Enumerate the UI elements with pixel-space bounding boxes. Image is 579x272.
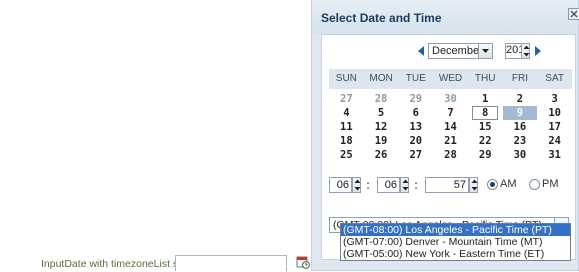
- popup-header: Select Date and Time: [312, 0, 578, 34]
- am-radio[interactable]: [487, 179, 498, 190]
- calendar-icon[interactable]: [296, 255, 310, 269]
- day-cell[interactable]: 13: [398, 120, 433, 134]
- day-cell[interactable]: 7: [433, 106, 468, 120]
- weekday-label: FRI: [503, 69, 538, 89]
- day-cell[interactable]: 10: [537, 106, 572, 120]
- day-cell[interactable]: 2: [503, 92, 538, 106]
- am-label: AM: [500, 178, 517, 190]
- year-spinner[interactable]: [521, 43, 530, 59]
- minute-spinner[interactable]: [400, 177, 409, 193]
- day-cell[interactable]: 17: [537, 120, 572, 134]
- weekday-label: WED: [433, 69, 468, 89]
- day-cell[interactable]: 6: [398, 106, 433, 120]
- day-cell-today[interactable]: 8: [468, 106, 503, 120]
- day-cell-selected[interactable]: 9: [503, 106, 538, 120]
- timezone-option[interactable]: (GMT-07:00) Denver - Mountain Time (MT): [341, 236, 570, 248]
- weekday-label: THU: [468, 69, 503, 89]
- day-cell[interactable]: 30: [503, 148, 538, 162]
- day-cell[interactable]: 27: [398, 148, 433, 162]
- pm-label: PM: [542, 178, 559, 190]
- day-cell[interactable]: 30: [433, 92, 468, 106]
- day-cell[interactable]: 28: [433, 148, 468, 162]
- weekday-header: SUN MON TUE WED THU FRI SAT: [329, 69, 572, 89]
- day-cell[interactable]: 20: [398, 134, 433, 148]
- hour-spinner[interactable]: [352, 177, 361, 193]
- day-cell[interactable]: 26: [364, 148, 399, 162]
- day-cell[interactable]: 22: [468, 134, 503, 148]
- week-row: 25 26 27 28 29 30 31: [329, 148, 572, 162]
- second-input[interactable]: 57: [425, 177, 469, 193]
- day-cell[interactable]: 25: [329, 148, 364, 162]
- timezone-option[interactable]: (GMT-08:00) Los Angeles - Pacific Time (…: [341, 224, 570, 236]
- close-icon[interactable]: [568, 8, 579, 20]
- day-cell[interactable]: 29: [468, 148, 503, 162]
- day-cell[interactable]: 14: [433, 120, 468, 134]
- day-cell[interactable]: 18: [329, 134, 364, 148]
- week-row: 18 19 20 21 22 23 24: [329, 134, 572, 148]
- weekday-label: TUE: [398, 69, 433, 89]
- date-input-field[interactable]: [175, 255, 287, 271]
- day-cell[interactable]: 31: [537, 148, 572, 162]
- day-cell[interactable]: 3: [537, 92, 572, 106]
- hour-input[interactable]: 06: [329, 177, 352, 193]
- day-cell[interactable]: 19: [364, 134, 399, 148]
- second-spinner[interactable]: [469, 177, 478, 193]
- weekday-label: SAT: [537, 69, 572, 89]
- day-cell[interactable]: 12: [364, 120, 399, 134]
- week-row: 11 12 13 14 15 16 17: [329, 120, 572, 134]
- pm-radio[interactable]: [529, 179, 540, 190]
- day-cell[interactable]: 1: [468, 92, 503, 106]
- day-cell[interactable]: 24: [537, 134, 572, 148]
- day-cell[interactable]: 5: [364, 106, 399, 120]
- time-separator: :: [414, 178, 418, 192]
- input-date-label: InputDate with timezoneList set: [41, 258, 187, 270]
- day-cell[interactable]: 15: [468, 120, 503, 134]
- calendar-grid: SUN MON TUE WED THU FRI SAT 27 28 29 30 …: [329, 69, 572, 162]
- day-cell[interactable]: 28: [364, 92, 399, 106]
- prev-month-icon[interactable]: [417, 46, 425, 56]
- popup-title: Select Date and Time: [321, 11, 442, 25]
- week-row: 4 5 6 7 8 9 10: [329, 106, 572, 120]
- time-separator: :: [366, 178, 370, 192]
- month-select[interactable]: December: [428, 43, 493, 59]
- timezone-dropdown-list: (GMT-08:00) Los Angeles - Pacific Time (…: [340, 223, 571, 261]
- day-cell[interactable]: 29: [398, 92, 433, 106]
- day-cell[interactable]: 21: [433, 134, 468, 148]
- chevron-down-icon[interactable]: [478, 44, 492, 58]
- timezone-option[interactable]: (GMT-05:00) New York - Eastern Time (ET): [341, 248, 570, 260]
- time-row: 06 : 06 : 57 AM PM: [329, 177, 574, 195]
- day-cell[interactable]: 27: [329, 92, 364, 106]
- weekday-label: MON: [364, 69, 399, 89]
- day-cell[interactable]: 23: [503, 134, 538, 148]
- weekday-label: SUN: [329, 69, 364, 89]
- next-month-icon[interactable]: [534, 46, 542, 56]
- day-cell[interactable]: 16: [503, 120, 538, 134]
- day-cell[interactable]: 11: [329, 120, 364, 134]
- minute-input[interactable]: 06: [377, 177, 400, 193]
- day-cell[interactable]: 4: [329, 106, 364, 120]
- week-row: 27 28 29 30 1 2 3: [329, 92, 572, 106]
